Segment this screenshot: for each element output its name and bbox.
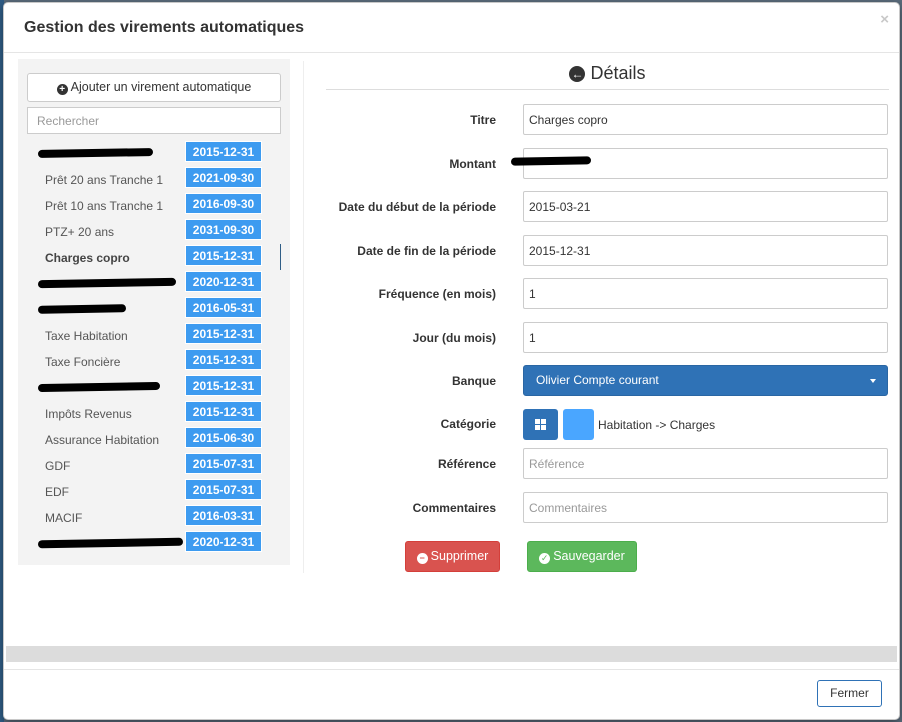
start-date-label: Date du début de la période: [338, 200, 496, 214]
plus-circle-icon: +: [56, 84, 68, 95]
caret-down-icon: [870, 379, 876, 383]
category-label: Catégorie: [440, 417, 496, 431]
transfer-list-panel: +Ajouter un virement automatique 2015-12…: [18, 59, 290, 565]
redaction-mark: [510, 156, 592, 166]
footer-divider: [4, 669, 899, 670]
category-color-swatch[interactable]: [563, 409, 594, 440]
list-item-name: PTZ+ 20 ans: [45, 225, 115, 239]
save-label: Sauvegarder: [553, 549, 625, 563]
comments-label: Commentaires: [412, 501, 496, 515]
delete-button[interactable]: − Supprimer: [405, 541, 500, 572]
list-item-name: Impôts Revenus: [45, 407, 132, 421]
back-arrow-icon[interactable]: ←: [569, 66, 586, 82]
list-item-name: Prêt 20 ans Tranche 1: [45, 173, 164, 187]
modal-dialog: Gestion des virements automatiques × + Aj…: [3, 2, 900, 720]
day-label: Jour (du mois): [412, 331, 496, 345]
list-item-name: Assurance Habitation: [45, 433, 160, 447]
panel-divider: [303, 61, 304, 573]
comments-field[interactable]: [523, 492, 888, 523]
list-item-name: Prêt 10 ans Tranche 1: [45, 199, 164, 213]
modal-title: Gestion des virements automatiques: [24, 19, 305, 36]
grid-icon: [535, 419, 546, 430]
date-badge[interactable]: 2031-09-30: [185, 219, 262, 240]
list-item[interactable]: Taxe Foncière 2015-12-31: [18, 348, 290, 374]
list-item-name: MACIF: [45, 511, 83, 525]
reference-field[interactable]: [523, 448, 888, 479]
list-item[interactable]: 2020-12-31: [18, 530, 290, 556]
reference-label: Référence: [437, 457, 496, 471]
redaction-mark: [37, 147, 154, 159]
check-circle-icon: ✓: [539, 553, 551, 564]
list-item-name: Taxe Habitation: [45, 329, 128, 343]
close-button[interactable]: Fermer: [817, 680, 882, 707]
amount-label: Montant: [449, 157, 496, 171]
frequency-label: Fréquence (en mois): [378, 287, 496, 301]
redaction-mark: [37, 277, 177, 289]
title-label: Titre: [470, 113, 496, 127]
list-item-name: Charges copro: [45, 251, 130, 265]
modal-header: Gestion des virements automatiques ×: [4, 3, 899, 53]
end-date-field[interactable]: [523, 235, 888, 266]
minus-circle-icon: −: [416, 553, 428, 564]
date-badge[interactable]: 2015-12-31: [185, 349, 262, 370]
search-input[interactable]: [27, 107, 281, 134]
bank-select[interactable]: Olivier Compte courant: [523, 365, 888, 396]
list-item-name: Taxe Foncière: [45, 355, 121, 369]
bank-label: Banque: [451, 374, 496, 388]
add-transfer-button[interactable]: + Ajouter un virement automatique: [27, 73, 281, 102]
list-item-name: EDF: [45, 485, 69, 499]
horizontal-scrollbar[interactable]: [6, 646, 897, 662]
save-button[interactable]: ✓ Sauvegarder: [527, 541, 637, 572]
start-date-field[interactable]: [523, 191, 888, 222]
redaction-mark: [37, 304, 127, 314]
day-field[interactable]: [523, 322, 888, 353]
details-title: Détails: [590, 63, 646, 83]
add-transfer-label: Ajouter un virement automatique: [70, 80, 252, 94]
date-badge[interactable]: 2020-12-31: [185, 531, 262, 552]
date-badge[interactable]: 2015-07-31: [185, 479, 262, 500]
details-header: ← Détails: [326, 60, 889, 90]
delete-label: Supprimer: [430, 549, 489, 563]
close-icon[interactable]: ×: [880, 11, 889, 28]
redaction-mark: [37, 381, 161, 393]
bank-select-value: Olivier Compte courant: [536, 373, 659, 387]
list-item[interactable]: PTZ+ 20 ans 2031-09-30: [18, 218, 290, 244]
frequency-field[interactable]: [523, 278, 888, 309]
redaction-mark: [37, 537, 184, 549]
category-value: Habitation -> Charges: [598, 418, 716, 432]
title-field[interactable]: [523, 104, 888, 135]
category-picker-button[interactable]: [523, 409, 558, 440]
end-date-label: Date de fin de la période: [357, 244, 496, 258]
list-item-name: GDF: [45, 459, 71, 473]
